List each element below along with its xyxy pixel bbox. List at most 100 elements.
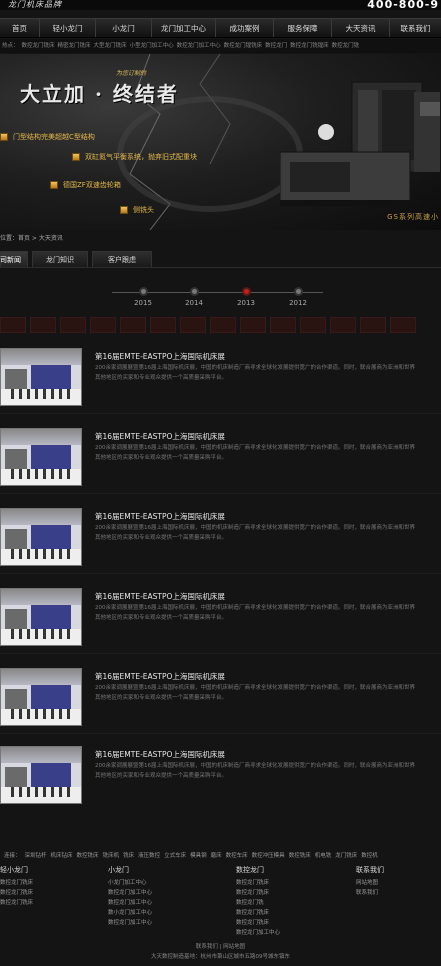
footer-keyword-link[interactable]: 磨床 bbox=[211, 853, 222, 859]
month-cell[interactable] bbox=[0, 317, 26, 333]
month-cell[interactable] bbox=[240, 317, 266, 333]
footer-keyword-link[interactable]: 模具钢 bbox=[190, 853, 207, 859]
timeline-year-2013[interactable]: 2013 bbox=[231, 287, 261, 307]
month-cell[interactable] bbox=[180, 317, 206, 333]
footer-link[interactable]: 数控龙门铣床 bbox=[0, 878, 33, 888]
tab-customer-care[interactable]: 客户跟虑 bbox=[92, 251, 152, 267]
news-title[interactable]: 第16届EMTE-EASTPO上海国际机床展 bbox=[95, 511, 225, 522]
footer-link[interactable]: 小龙门加工中心 bbox=[108, 878, 152, 888]
month-cell[interactable] bbox=[120, 317, 146, 333]
keyword-link[interactable]: 数控龙门铣 bbox=[332, 43, 360, 49]
divider bbox=[0, 413, 441, 414]
month-cell[interactable] bbox=[330, 317, 356, 333]
nav-item-light-gantry[interactable]: 轻小龙门 bbox=[40, 19, 96, 37]
footer-keyword-link[interactable]: 数控铣床 bbox=[289, 853, 311, 859]
footer-link[interactable]: 数控龙门铣床 bbox=[236, 908, 280, 918]
news-thumbnail[interactable] bbox=[0, 508, 82, 566]
banner-feature: 双缸氮气平衡系统，抛弃旧式配重块 bbox=[72, 152, 197, 162]
nav-item-cases[interactable]: 成功案例 bbox=[216, 19, 274, 37]
keyword-link[interactable]: 数控龙门 bbox=[265, 43, 287, 49]
nav-item-news[interactable]: 大天资讯 bbox=[332, 19, 390, 37]
news-thumbnail[interactable] bbox=[0, 746, 82, 804]
footer-link[interactable]: 联系我们 bbox=[356, 888, 384, 898]
footer-keyword-link[interactable]: 数控机 bbox=[361, 853, 378, 859]
news-title[interactable]: 第16届EMTE-EASTPO上海国际机床展 bbox=[95, 431, 225, 442]
footer-link[interactable]: 数控龙门铣床 bbox=[236, 878, 280, 888]
footer-keyword-link[interactable]: 数控冲压模具 bbox=[252, 853, 285, 859]
news-title[interactable]: 第16届EMTE-EASTPO上海国际机床展 bbox=[95, 671, 225, 682]
gantry-machine-image bbox=[280, 81, 440, 206]
footer-keyword-link[interactable]: 机电铣 bbox=[315, 853, 332, 859]
month-cell[interactable] bbox=[360, 317, 386, 333]
footer-link[interactable]: 数控龙门加工中心 bbox=[236, 928, 280, 938]
keyword-link[interactable]: 精密龙门铣床 bbox=[58, 43, 91, 49]
footer-col-contact: 联系我们 网站地图 联系我们 bbox=[356, 866, 384, 898]
timeline-year-2012[interactable]: 2012 bbox=[283, 287, 313, 307]
keyword-link[interactable]: 数控龙门铣床 bbox=[22, 43, 55, 49]
month-cell[interactable] bbox=[150, 317, 176, 333]
news-item[interactable]: 第16届EMTE-EASTPO上海国际机床展 200余家调展展暨第16届上海国际… bbox=[0, 668, 441, 730]
footer-keyword-link[interactable]: 深圳钻杆 bbox=[25, 853, 47, 859]
footer-link[interactable]: 数小龙门加工中心 bbox=[108, 908, 152, 918]
footer-keyword-link[interactable]: 立式车床 bbox=[164, 853, 186, 859]
footer-link[interactable]: 数控龙门铣床 bbox=[236, 918, 280, 928]
month-cell[interactable] bbox=[300, 317, 326, 333]
footer-bottom-links[interactable]: 联系我们 | 网站地图 bbox=[0, 942, 441, 952]
news-item[interactable]: 第16届EMTE-EASTPO上海国际机床展 200余家调展展暨第16届上海国际… bbox=[0, 588, 441, 650]
month-cell[interactable] bbox=[390, 317, 416, 333]
footer-keyword-link[interactable]: 数控车床 bbox=[226, 853, 248, 859]
footer-keyword-link[interactable]: 数控铣床 bbox=[77, 853, 99, 859]
month-cell[interactable] bbox=[30, 317, 56, 333]
month-cell[interactable] bbox=[60, 317, 86, 333]
footer-link[interactable]: 数控龙门加工中心 bbox=[108, 918, 152, 928]
footer-link[interactable]: 数控龙门加工中心 bbox=[108, 888, 152, 898]
news-summary: 200余家调展展暨第16届上海国际机床展，中国的机床制造厂商寻求全球化发展提供宽… bbox=[95, 525, 416, 541]
tab-gantry-knowledge[interactable]: 龙门知识 bbox=[32, 251, 88, 267]
keyword-link[interactable]: 大型龙门铣床 bbox=[94, 43, 127, 49]
news-thumbnail[interactable] bbox=[0, 588, 82, 646]
banner-feature: 侧铣头 bbox=[120, 205, 154, 215]
footer-link[interactable]: 数控龙门铣床 bbox=[236, 888, 280, 898]
timeline-year-2014[interactable]: 2014 bbox=[179, 287, 209, 307]
keyword-link[interactable]: 小型龙门加工中心 bbox=[130, 43, 174, 49]
month-cell[interactable] bbox=[90, 317, 116, 333]
nav-item-service[interactable]: 服务保障 bbox=[274, 19, 332, 37]
footer-keyword-link[interactable]: 机床钻床 bbox=[51, 853, 73, 859]
footer-link[interactable]: 数控龙门铣床 bbox=[0, 888, 33, 898]
news-thumbnail[interactable] bbox=[0, 428, 82, 486]
timeline-dot-icon bbox=[241, 287, 251, 296]
news-item[interactable]: 第16届EMTE-EASTPO上海国际机床展 200余家调展展暨第16届上海国际… bbox=[0, 428, 441, 490]
nav-item-small-gantry[interactable]: 小龙门 bbox=[96, 19, 152, 37]
banner-feature: 门型结构完美超越C型结构 bbox=[0, 132, 95, 142]
footer-keyword-link[interactable]: 液压数控 bbox=[138, 853, 160, 859]
footer-link[interactable]: 数控龙门铣 bbox=[236, 898, 280, 908]
top-bar: 龙门机床品牌 400-800-9 bbox=[0, 0, 441, 11]
news-title[interactable]: 第16届EMTE-EASTPO上海国际机床展 bbox=[95, 351, 225, 362]
keyword-link[interactable]: 数控龙门加工中心 bbox=[177, 43, 221, 49]
news-title[interactable]: 第16届EMTE-EASTPO上海国际机床展 bbox=[95, 749, 225, 760]
divider bbox=[0, 653, 441, 654]
news-thumbnail[interactable] bbox=[0, 348, 82, 406]
hero-banner[interactable]: 为您订制的 大立加 · 终结者 门型结构完美超越C型结构 双缸氮气平衡系统，抛弃… bbox=[0, 54, 441, 230]
nav-item-home[interactable]: 首页 bbox=[0, 19, 40, 37]
month-cell[interactable] bbox=[270, 317, 296, 333]
month-cell[interactable] bbox=[210, 317, 236, 333]
keyword-link[interactable]: 数控龙门铣镗床 bbox=[290, 43, 329, 49]
tab-company-news[interactable]: 公司新闻 bbox=[0, 251, 28, 267]
footer-link[interactable]: 数控龙门铣床 bbox=[0, 898, 33, 908]
footer-link[interactable]: 网站地图 bbox=[356, 878, 384, 888]
footer-keyword-link[interactable]: 铣床机 bbox=[103, 853, 120, 859]
footer-keyword-link[interactable]: 龙门铣床 bbox=[335, 853, 357, 859]
news-title[interactable]: 第16届EMTE-EASTPO上海国际机床展 bbox=[95, 591, 225, 602]
nav-item-contact[interactable]: 联系我们 bbox=[390, 19, 441, 37]
news-item[interactable]: 第16届EMTE-EASTPO上海国际机床展 200余家调展展暨第16届上海国际… bbox=[0, 746, 441, 808]
news-item[interactable]: 第16届EMTE-EASTPO上海国际机床展 200余家调展展暨第16届上海国际… bbox=[0, 508, 441, 570]
footer-keyword-link[interactable]: 铣床 bbox=[123, 853, 134, 859]
news-thumbnail[interactable] bbox=[0, 668, 82, 726]
news-item[interactable]: 第16届EMTE-EASTPO上海国际机床展 200余家调展展暨第16届上海国际… bbox=[0, 348, 441, 410]
keyword-link[interactable]: 数控龙门镗铣床 bbox=[224, 43, 263, 49]
footer-link[interactable]: 数控龙门加工中心 bbox=[108, 898, 152, 908]
site-logo[interactable]: 龙门机床品牌 bbox=[8, 0, 62, 10]
nav-item-gantry-center[interactable]: 龙门加工中心 bbox=[152, 19, 216, 37]
timeline-year-2015[interactable]: 2015 bbox=[128, 287, 158, 307]
